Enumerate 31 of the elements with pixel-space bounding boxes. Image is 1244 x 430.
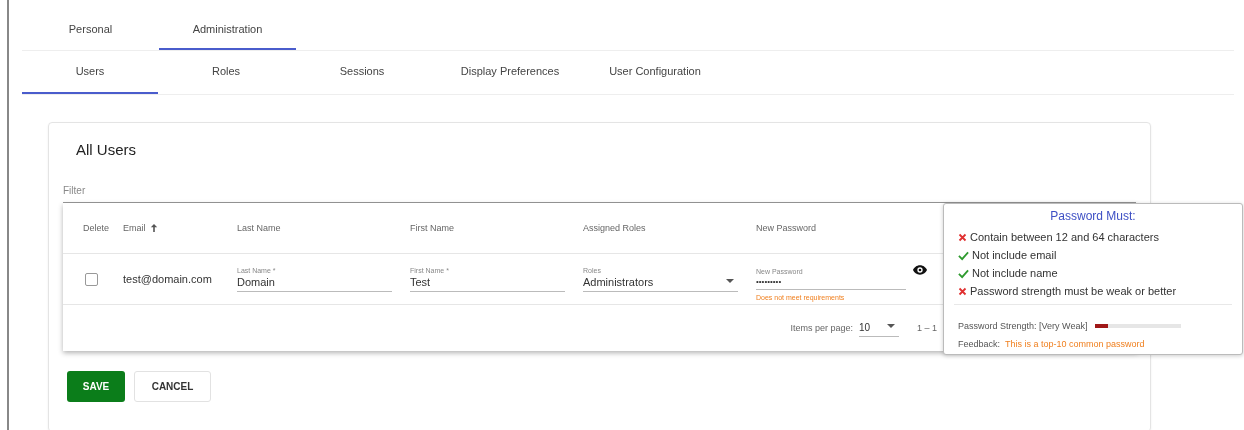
page-range-text: 1 – 1	[916, 323, 937, 333]
tab[interactable]: Administration	[159, 0, 296, 50]
tab[interactable]: Roles	[158, 51, 294, 94]
eye-icon[interactable]	[912, 262, 928, 278]
tab[interactable]: Display Preferences	[430, 51, 590, 94]
email-text: test@domain.com	[122, 273, 213, 285]
feedback-label: Feedback:	[958, 339, 1001, 349]
column-header[interactable]: First Name	[410, 223, 583, 233]
column-header[interactable]: Assigned Roles	[583, 223, 756, 233]
save-button[interactable]: SAVE	[67, 371, 125, 402]
tab[interactable]: Users	[22, 51, 158, 94]
feedback-text: This is a top-10 common password	[1005, 339, 1145, 349]
tab[interactable]: User Configuration	[590, 51, 720, 94]
tab[interactable]: Personal	[22, 0, 159, 50]
sort-arrow-icon[interactable]	[149, 223, 158, 233]
cancel-button[interactable]: CANCEL	[134, 371, 211, 402]
column-header[interactable]: Last Name	[237, 223, 410, 233]
card-title: All Users	[75, 141, 137, 160]
rule-text: Contain between 12 and 64 characters	[970, 231, 1159, 243]
popup-title: Password Must:	[1049, 209, 1137, 223]
page-size-dropdown[interactable]: 10	[858, 319, 899, 337]
strength-label: Password Strength: [Very Weak]	[958, 321, 1088, 331]
column-header[interactable]: Delete	[63, 223, 111, 233]
items-per-page-label: Items per page:	[790, 323, 853, 333]
rule-text: Password strength must be weak or better	[970, 285, 1177, 297]
checkbox[interactable]	[85, 272, 98, 286]
tab[interactable]: Sessions	[294, 51, 430, 94]
rule-text: Not include email	[972, 249, 1057, 261]
column-header[interactable]: New Password	[756, 223, 936, 233]
rule-text: Not include name	[972, 267, 1058, 279]
column-header[interactable]: Email	[111, 223, 237, 233]
